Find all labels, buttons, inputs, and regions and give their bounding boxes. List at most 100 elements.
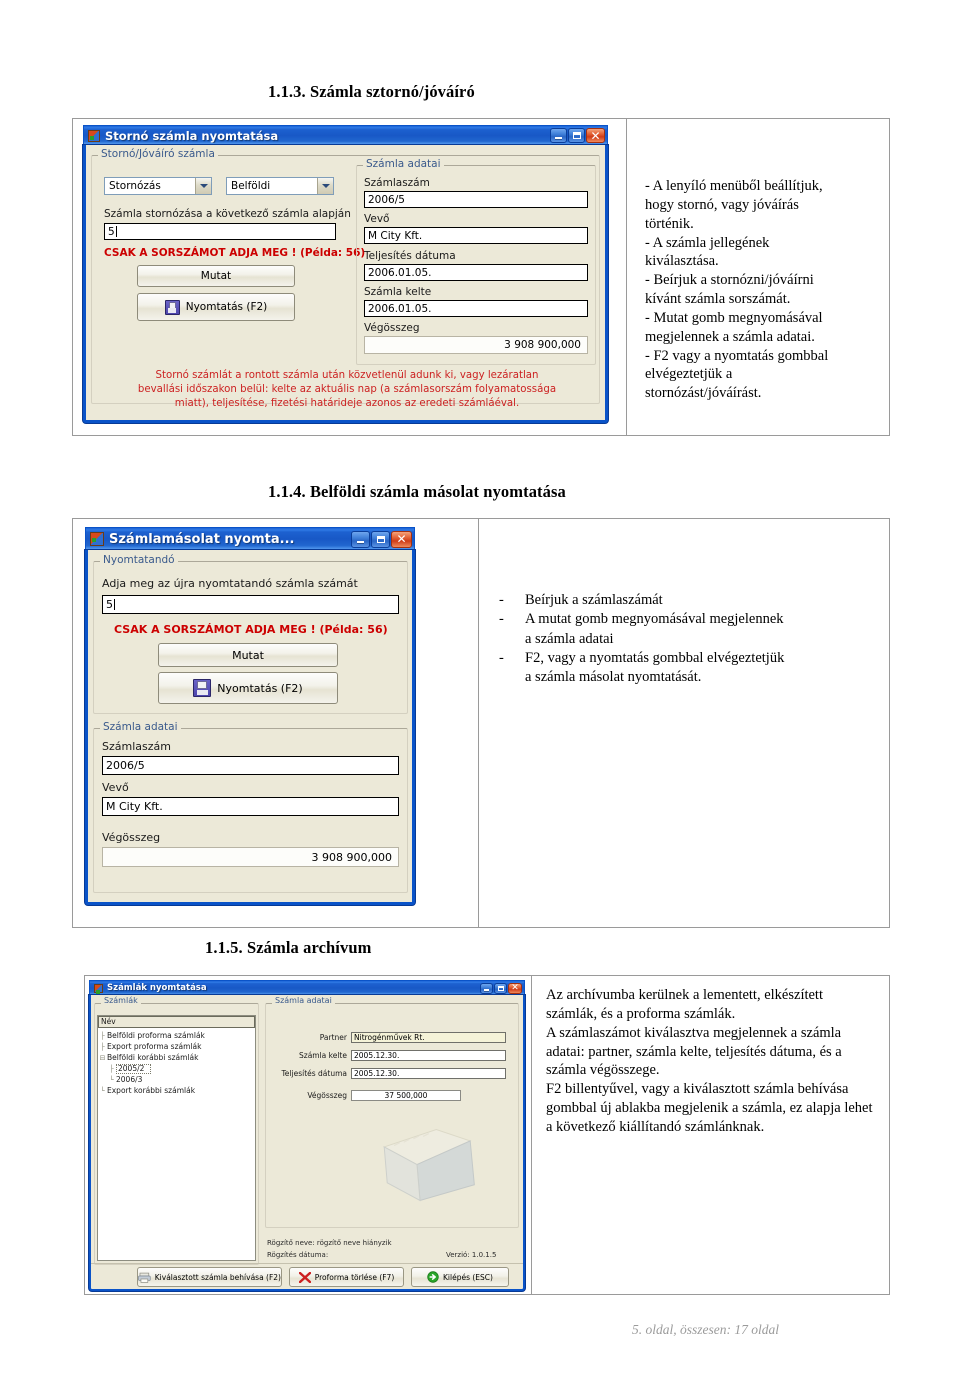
field-partner[interactable]: Nitrogénművek Rt. <box>351 1032 506 1043</box>
field-fulfilment-date[interactable]: 2006.01.05. <box>364 264 588 281</box>
label-invoice-number: Számlaszám <box>102 740 171 753</box>
printer-icon <box>138 1272 151 1283</box>
tree-item-2005-2[interactable]: ├ 2005/2 <box>98 1064 255 1075</box>
note-line: - A lenyíló menüből beállítjuk, <box>645 178 823 194</box>
field-invoice-number[interactable]: 2006/5 <box>102 756 399 775</box>
field-total: 37 500,000 <box>351 1090 461 1101</box>
stornó-window: Stornó számla nyomtatása ✕ <box>83 125 608 145</box>
tree-item-label: Belföldi proforma számlák <box>107 1031 205 1041</box>
section-3-screenshot-cell: Számlák nyomtatása ✕ Számlák Név ├ Belfö… <box>85 976 531 1294</box>
row-issue-date: Számla kelte 2005.12.30. <box>271 1050 511 1061</box>
bullet-text: a számla adatai <box>525 630 614 647</box>
field-invoice-number[interactable]: 2006/5 <box>364 191 588 208</box>
close-button[interactable]: ✕ <box>586 128 605 143</box>
expander-icon[interactable]: ⊟ <box>98 1054 107 1062</box>
minimize-button[interactable] <box>480 982 493 994</box>
tree-connector-icon: └ <box>109 1075 114 1084</box>
window-buttons: ✕ <box>351 530 412 548</box>
delete-proforma-button[interactable]: Proforma törlése (F7) <box>289 1267 404 1287</box>
show-button[interactable]: Mutat <box>137 265 295 287</box>
tree-connector-icon: └ <box>100 1086 105 1095</box>
tree-column-header[interactable]: Név <box>98 1016 255 1028</box>
input-invoice-serial[interactable]: 5 <box>102 595 399 614</box>
field-issue-date[interactable]: 2005.12.30. <box>351 1050 506 1061</box>
tree-connector-icon: ├ <box>100 1031 105 1040</box>
window-titlebar: Stornó számla nyomtatása ✕ <box>83 125 608 145</box>
exit-label: Kilépés (ESC) <box>443 1272 493 1282</box>
label-fulfilment-date: Teljesítés dátuma <box>364 250 456 262</box>
tree-item-export-korabbi[interactable]: └ Export korábbi számlák <box>98 1086 255 1097</box>
combo-invoice-kind[interactable]: Belföldi <box>226 177 334 195</box>
combo-operation-type[interactable]: Stornózás <box>104 177 212 195</box>
note-line: elvégeztetjük a <box>645 366 733 383</box>
field-customer[interactable]: M City Kft. <box>364 227 588 244</box>
tree-item-belfoldi-proforma[interactable]: ├ Belföldi proforma számlák <box>98 1031 255 1042</box>
field-total: 3 908 900,000 <box>364 336 588 354</box>
bullet-text: a számla másolat nyomtatását. <box>525 669 702 686</box>
tree-item-export-proforma[interactable]: ├ Export proforma számlák <box>98 1042 255 1053</box>
field-issue-date[interactable]: 2006.01.05. <box>364 300 588 317</box>
label-customer: Vevő <box>102 781 129 794</box>
note-paragraph: A számlaszámot kiválasztva megjelennek a… <box>546 1024 842 1079</box>
chevron-down-icon[interactable] <box>195 178 211 194</box>
warning-serial-only: CSAK A SORSZÁMOT ADJA MEG ! (Példa: 56) <box>114 623 388 636</box>
archive-window: Számlák nyomtatása ✕ <box>89 980 525 995</box>
chevron-down-icon[interactable] <box>317 178 333 194</box>
print-button[interactable]: Nyomtatás (F2) <box>158 672 338 704</box>
exit-button[interactable]: Kilépés (ESC) <box>411 1267 509 1287</box>
label-invoice-number: Számlaszám <box>364 177 430 189</box>
archive-window-body: Számlák Név ├ Belföldi proforma számlák … <box>89 995 525 1291</box>
field-customer[interactable]: M City Kft. <box>102 797 399 816</box>
print-button[interactable]: Nyomtatás (F2) <box>137 293 295 321</box>
window-buttons: ✕ <box>550 128 605 143</box>
bullet-text: F2, vagy a nyomtatás gombbal elvégeztetj… <box>525 649 785 666</box>
print-button-label: Nyomtatás (F2) <box>185 301 268 313</box>
masolat-window-body: Nyomtatandó Adja meg az újra nyomtatandó… <box>85 550 415 905</box>
bullet-item: - F2, vagy a nyomtatás gombbal elvégezte… <box>499 649 884 688</box>
input-invoice-serial[interactable]: 5 <box>104 223 336 240</box>
label-partner: Partner <box>319 1033 347 1042</box>
bullet-text: A mutat gomb megnyomásával megjelennek <box>525 611 784 628</box>
tree-item-2006-3[interactable]: └ 2006/3 <box>98 1075 255 1086</box>
tree-connector-icon: ├ <box>109 1064 114 1073</box>
combo-operation-value: Stornózás <box>109 180 161 192</box>
show-button[interactable]: Mutat <box>158 643 338 667</box>
tree-item-belfoldi-korabbi[interactable]: ⊟ Belföldi korábbi számlák <box>98 1053 255 1064</box>
invoice-tree[interactable]: Név ├ Belföldi proforma számlák ├ Export… <box>98 1016 255 1097</box>
maximize-button[interactable] <box>494 982 507 994</box>
tree-item-label: Export proforma számlák <box>107 1042 202 1052</box>
tree-connector-icon: ├ <box>100 1042 105 1051</box>
note-line: - Mutat gomb megnyomásával <box>645 309 823 326</box>
section-3-note: Az archívumba kerülnek a lementett, elké… <box>546 986 876 1137</box>
group-label-invoice-data: Számla adatai <box>363 158 444 170</box>
group-label-invoice-data: Számla adatai <box>100 721 181 733</box>
note-line: - F2 vagy a nyomtatás gombbal <box>645 347 829 364</box>
bullet-marker: - <box>499 611 504 628</box>
heading-1-1-3: 1.1.3. Számla sztornó/jóváíró <box>268 82 475 101</box>
open-selected-invoice-label: Kiválasztott számla behívása (F2) <box>154 1272 281 1282</box>
label-fulfilment-date: Teljesítés dátuma <box>281 1069 348 1078</box>
red-note-line-2: bevallási időszakon belül: kelte az aktu… <box>137 384 557 396</box>
heading-1-1-5: 1.1.5. Számla archívum <box>205 938 372 957</box>
window-title: Stornó számla nyomtatása <box>105 128 279 143</box>
note-paragraph: Az archívumba kerülnek a lementett, elké… <box>546 987 823 1022</box>
close-button[interactable]: ✕ <box>391 530 412 548</box>
label-total: Végösszeg <box>364 322 420 334</box>
minimize-button[interactable] <box>351 530 370 548</box>
minimize-button[interactable] <box>550 128 567 143</box>
maximize-button[interactable] <box>568 128 585 143</box>
document-page: 1.1.3. Számla sztornó/jóváíró Stornó szá… <box>0 0 960 1390</box>
field-fulfilment-date[interactable]: 2005.12.30. <box>351 1068 506 1079</box>
section-2-block: Számlamásolat nyomta... ✕ Nyomtatandó Ad… <box>72 518 890 928</box>
bullet-text: Beírjuk a számlaszámát <box>525 592 663 608</box>
section-1-block: Stornó számla nyomtatása ✕ Stornó/Jóváír… <box>72 118 890 436</box>
open-selected-invoice-button[interactable]: Kiválasztott számla behívása (F2) <box>137 1267 282 1287</box>
red-note-line-1: Stornó számlát a rontott számla után köz… <box>155 370 539 381</box>
note-paragraph: F2 billentyűvel, vagy a kiválasztott szá… <box>546 1081 873 1135</box>
group-label-nyomtatando: Nyomtatandó <box>100 554 178 566</box>
status-recorder: Rögzítő neve: rögzítő neve hiányzik <box>267 1239 392 1247</box>
row-fulfilment-date: Teljesítés dátuma 2005.12.30. <box>271 1068 511 1079</box>
close-button[interactable]: ✕ <box>508 982 522 994</box>
label-customer: Vevő <box>364 213 390 225</box>
maximize-button[interactable] <box>371 530 390 548</box>
